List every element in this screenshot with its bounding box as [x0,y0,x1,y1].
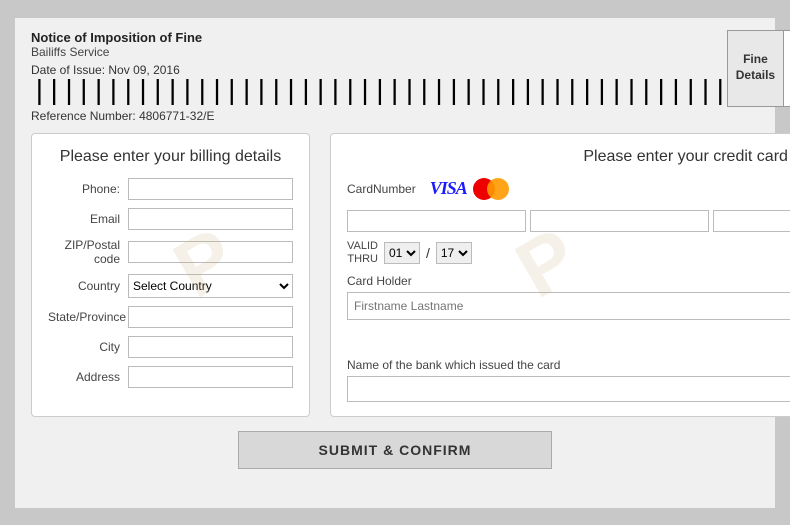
phone-label: Phone: [48,182,128,196]
address-input[interactable] [128,366,293,388]
city-label: City [48,340,128,354]
submit-button[interactable]: SUBMIT & CONFIRM [238,431,553,469]
header-row: Notice of Imposition of Fine Bailiffs Se… [31,30,759,123]
valid-thru-row: VALIDTHRU 01020304 05060708 09101112 / 1… [347,240,790,266]
visa-logo: VISA [430,178,467,199]
valid-label: VALIDTHRU [347,240,378,266]
zip-label: ZIP/Postalcode [48,238,128,267]
header-left: Notice of Imposition of Fine Bailiffs Se… [31,30,727,123]
date-issue: Date of Issue: Nov 09, 2016 [31,63,727,77]
phone-row: Phone: [48,178,293,200]
mc-yellow-circle [487,178,509,200]
cc-field-3[interactable] [713,210,790,232]
card-holder-label: Card Holder [347,274,790,288]
cc-fields-row [347,210,790,232]
date-value: Nov 09, 2016 [108,63,179,77]
month-select[interactable]: 01020304 05060708 09101112 [384,242,420,264]
email-input[interactable] [128,208,293,230]
card-logos-row: CardNumber VISA [347,178,790,200]
zip-input[interactable] [128,241,293,263]
year-select[interactable]: 17181920 21222324 [436,242,472,264]
email-row: Email [48,208,293,230]
card-holder-input[interactable] [347,292,790,320]
bank-input[interactable] [347,376,790,402]
notice-title: Notice of Imposition of Fine [31,30,727,45]
fine-content: Amount: $505.00 Due date: Nov 11, 2016 [784,30,790,107]
barcode: ||||||||||||||||||||||||||||||||||||||||… [31,79,727,107]
billing-section: Please enter your billing details Phone:… [31,133,310,417]
country-row: Country Select Country [48,274,293,298]
email-label: Email [48,212,128,226]
ref-number: Reference Number: 4806771-32/E [31,109,727,123]
ref-label: Reference Number: [31,109,136,123]
country-select[interactable]: Select Country [128,274,293,298]
address-label: Address [48,370,128,384]
credit-section: Please enter your credit card details Ca… [330,133,790,417]
fine-details-box: FineDetails Amount: $505.00 Due date: No… [727,30,790,107]
cvv-row: The last three digits [347,328,790,350]
city-row: City [48,336,293,358]
state-label: State/Province [48,310,128,324]
mastercard-logo [473,178,509,200]
bank-label: Name of the bank which issued the card [347,358,790,372]
date-label: Date of Issue: [31,63,105,77]
country-label: Country [48,279,128,293]
state-row: State/Province [48,306,293,328]
address-row: Address [48,366,293,388]
zip-row: ZIP/Postalcode [48,238,293,267]
valid-separator: / [426,245,430,261]
billing-title: Please enter your billing details [48,148,293,166]
forms-row: Please enter your billing details Phone:… [31,133,759,417]
card-number-label: CardNumber [347,182,416,196]
main-container: P P Notice of Imposition of Fine Bailiff… [15,18,775,508]
ref-value: 4806771-32/E [139,109,214,123]
phone-input[interactable] [128,178,293,200]
city-input[interactable] [128,336,293,358]
fine-details-label: FineDetails [727,30,784,107]
credit-title: Please enter your credit card details [347,148,790,166]
state-input[interactable] [128,306,293,328]
submit-row: SUBMIT & CONFIRM [31,431,759,469]
cc-field-1[interactable] [347,210,526,232]
cc-field-2[interactable] [530,210,709,232]
bailiffs-label: Bailiffs Service [31,45,727,59]
